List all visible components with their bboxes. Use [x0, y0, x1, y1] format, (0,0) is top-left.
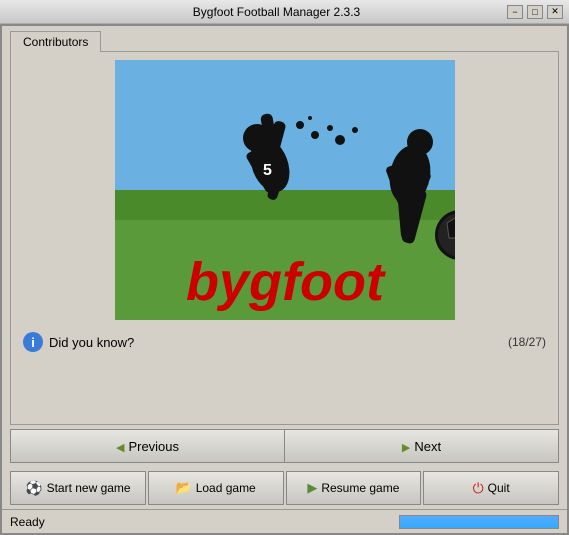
did-you-know-left: i Did you know? [23, 332, 134, 352]
progress-bar [399, 515, 559, 529]
logo-image: bygfoot 5 [115, 60, 455, 320]
info-icon: i [23, 332, 43, 352]
previous-arrow-icon [116, 439, 124, 454]
previous-label: Previous [128, 439, 179, 454]
did-you-know-bar: i Did you know? (18/27) [19, 324, 550, 356]
tab-contributors[interactable]: Contributors [10, 31, 101, 52]
resume-game-label: Resume game [321, 481, 399, 495]
previous-button[interactable]: Previous [10, 429, 284, 463]
action-buttons: Start new game Load game Resume game Qui… [10, 471, 559, 505]
load-game-label: Load game [196, 481, 256, 495]
window-title: Bygfoot Football Manager 2.3.3 [46, 5, 507, 19]
window-controls[interactable]: − □ ✕ [507, 5, 563, 19]
content-area: bygfoot 5 [10, 51, 559, 425]
title-bar: Bygfoot Football Manager 2.3.3 − □ ✕ [0, 0, 569, 24]
tab-bar: Contributors [2, 26, 567, 51]
status-bar: Ready [2, 509, 567, 533]
svg-text:bygfoot: bygfoot [186, 252, 386, 312]
resume-game-icon [307, 480, 317, 496]
start-game-icon [25, 480, 42, 497]
status-text: Ready [10, 515, 45, 529]
resume-game-button[interactable]: Resume game [286, 471, 422, 505]
minimize-button[interactable]: − [507, 5, 523, 19]
start-new-game-button[interactable]: Start new game [10, 471, 146, 505]
start-new-game-label: Start new game [47, 481, 131, 495]
next-button[interactable]: Next [284, 429, 559, 463]
did-you-know-counter: (18/27) [508, 335, 546, 349]
next-arrow-icon [402, 439, 410, 454]
maximize-button[interactable]: □ [527, 5, 543, 19]
load-game-button[interactable]: Load game [148, 471, 284, 505]
svg-text:5: 5 [263, 162, 272, 179]
nav-buttons: Previous Next [10, 429, 559, 463]
quit-icon [473, 480, 484, 497]
progress-bar-fill [400, 516, 558, 528]
quit-label: Quit [488, 481, 510, 495]
main-window: Contributors bygfoot [0, 24, 569, 535]
quit-button[interactable]: Quit [423, 471, 559, 505]
close-button[interactable]: ✕ [547, 5, 563, 19]
fact-area [19, 356, 550, 416]
next-label: Next [414, 439, 441, 454]
load-game-icon [176, 480, 192, 496]
did-you-know-label: Did you know? [49, 335, 134, 350]
